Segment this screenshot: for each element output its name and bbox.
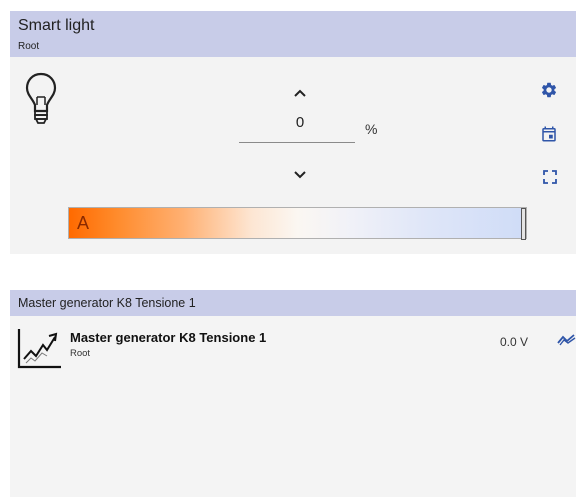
smart-light-title: Smart light: [18, 17, 95, 34]
color-bar-handle[interactable]: [521, 208, 526, 240]
generator-subtitle: Root: [70, 348, 91, 359]
generator-card: Master generator K8 Tensione 1 Master ge…: [10, 290, 576, 497]
gear-icon[interactable]: [540, 81, 558, 99]
generator-title: Master generator K8 Tensione 1: [70, 330, 267, 345]
brightness-unit: %: [365, 121, 378, 137]
value-underline: [239, 142, 355, 143]
smart-light-subtitle: Root: [18, 41, 40, 52]
chevron-up-icon[interactable]: [290, 86, 310, 100]
brightness-value[interactable]: 0: [280, 114, 320, 131]
smart-light-header: Smart light Root: [10, 11, 576, 57]
generator-value: 0.0 V: [500, 335, 529, 349]
smart-light-card: Smart light Root 0 % A: [10, 11, 576, 254]
line-chart-icon: [17, 329, 61, 369]
lightbulb-icon: [25, 72, 57, 124]
color-bar-label: A: [77, 213, 90, 233]
trend-icon[interactable]: [557, 332, 576, 346]
fullscreen-icon[interactable]: [543, 170, 557, 184]
color-temperature-bar[interactable]: A: [68, 207, 527, 239]
calendar-icon[interactable]: [540, 125, 558, 143]
generator-header: Master generator K8 Tensione 1: [10, 290, 576, 316]
chevron-down-icon[interactable]: [290, 168, 310, 182]
generator-header-title: Master generator K8 Tensione 1: [18, 296, 196, 310]
